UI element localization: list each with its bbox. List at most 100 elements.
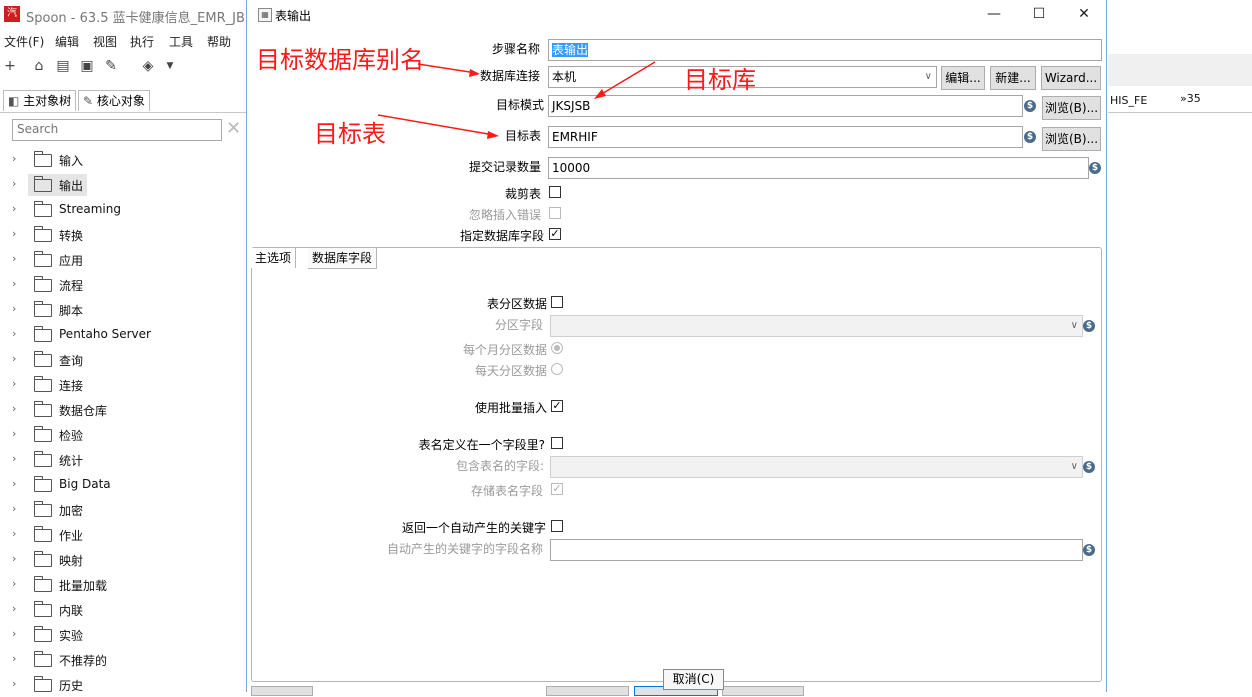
more-tabs-button[interactable]: »35 bbox=[1180, 92, 1201, 105]
tree-item[interactable]: › 输入 bbox=[0, 148, 246, 172]
tab-his-fe[interactable]: HIS_FE bbox=[1110, 94, 1147, 107]
tree-item[interactable]: › Pentaho Server bbox=[0, 323, 246, 347]
chevron-right-icon[interactable]: › bbox=[12, 677, 22, 691]
chevron-down-icon: ∨ bbox=[924, 71, 932, 82]
target-table-input[interactable]: EMRHIF bbox=[548, 126, 1023, 148]
open-folder-icon[interactable]: ⌂ bbox=[31, 58, 47, 74]
chevron-right-icon[interactable]: › bbox=[12, 252, 22, 266]
tree-item[interactable]: › 实验 bbox=[0, 623, 246, 647]
new-connection-button[interactable]: 新建... bbox=[990, 66, 1036, 90]
maximize-button[interactable]: ☐ bbox=[1024, 3, 1054, 25]
tree-item[interactable]: › 连接 bbox=[0, 373, 246, 397]
chevron-right-icon[interactable]: › bbox=[12, 277, 22, 291]
return-key-checkbox[interactable] bbox=[551, 520, 563, 532]
tree-item[interactable]: › 流程 bbox=[0, 273, 246, 297]
tree-item[interactable]: › 转换 bbox=[0, 223, 246, 247]
search-input[interactable] bbox=[13, 120, 221, 138]
minimize-button[interactable]: — bbox=[979, 3, 1009, 25]
chevron-right-icon[interactable]: › bbox=[12, 402, 22, 416]
tab-core-objects[interactable]: ✎ 核心对象 bbox=[78, 90, 150, 111]
batch-insert-checkbox[interactable]: ✓ bbox=[551, 400, 563, 412]
explore-repo-icon[interactable]: ▤ bbox=[55, 58, 71, 74]
close-button[interactable]: ✕ bbox=[1069, 3, 1099, 25]
chevron-right-icon[interactable]: › bbox=[12, 627, 22, 641]
tree-item-label: 数据仓库 bbox=[59, 404, 108, 418]
specify-fields-checkbox[interactable]: ✓ bbox=[549, 228, 561, 240]
chevron-right-icon[interactable]: › bbox=[12, 477, 22, 491]
target-schema-input[interactable]: JKSJSB bbox=[548, 95, 1023, 117]
tree-item[interactable]: › Big Data bbox=[0, 473, 246, 497]
menu-view[interactable]: 视图 bbox=[93, 33, 117, 50]
layers-dropdown-icon[interactable]: ▼ bbox=[162, 58, 178, 74]
layers-icon[interactable]: ◈ bbox=[140, 58, 156, 74]
tree-item[interactable]: › 检验 bbox=[0, 423, 246, 447]
partition-field-select[interactable]: ∨ bbox=[550, 315, 1083, 337]
key-field-input[interactable] bbox=[550, 539, 1083, 561]
tree-item[interactable]: › 加密 bbox=[0, 498, 246, 522]
menu-file[interactable]: 文件(F) bbox=[4, 33, 44, 50]
menu-tools[interactable]: 工具 bbox=[169, 33, 193, 50]
tree-item[interactable]: › 内联 bbox=[0, 598, 246, 622]
tablename-in-field-checkbox[interactable] bbox=[551, 437, 563, 449]
tree-item[interactable]: › 查询 bbox=[0, 348, 246, 372]
clear-search-icon[interactable]: ✕ bbox=[226, 119, 242, 139]
chevron-right-icon[interactable]: › bbox=[12, 152, 22, 166]
menu-run[interactable]: 执行 bbox=[130, 33, 154, 50]
tablename-field-select[interactable]: ∨ bbox=[550, 456, 1083, 478]
partition-data-label: 表分区数据 bbox=[486, 297, 547, 311]
menu-help[interactable]: 帮助 bbox=[207, 33, 231, 50]
ignore-errors-checkbox[interactable] bbox=[549, 207, 561, 219]
chevron-right-icon[interactable]: › bbox=[12, 452, 22, 466]
save-icon[interactable]: ▣ bbox=[79, 58, 95, 74]
tree-item[interactable]: › 映射 bbox=[0, 548, 246, 572]
tab-main-object-tree[interactable]: ◧ 主对象树 bbox=[3, 90, 77, 111]
browse-schema-button[interactable]: 浏览(B)... bbox=[1042, 96, 1101, 120]
ok-button[interactable] bbox=[546, 686, 629, 696]
tab-database-fields[interactable]: 数据库字段 bbox=[308, 248, 378, 269]
partition-data-checkbox[interactable] bbox=[551, 296, 563, 308]
browse-table-button[interactable]: 浏览(B)... bbox=[1042, 127, 1101, 151]
more-button[interactable] bbox=[722, 686, 804, 696]
step-name-input[interactable]: 表输出 bbox=[548, 39, 1102, 61]
tree-item[interactable]: › 历史 bbox=[0, 673, 246, 697]
tab-main-options[interactable]: 主选项 bbox=[251, 248, 297, 268]
folder-icon bbox=[34, 676, 52, 692]
chevron-right-icon[interactable]: › bbox=[12, 177, 22, 191]
chevron-right-icon[interactable]: › bbox=[12, 202, 22, 216]
tree-item[interactable]: › Streaming bbox=[0, 198, 246, 222]
tree-item[interactable]: › 输出 bbox=[0, 173, 246, 197]
new-file-icon[interactable]: + bbox=[2, 58, 18, 74]
folder-icon bbox=[34, 501, 52, 517]
chevron-right-icon[interactable]: › bbox=[12, 227, 22, 241]
chevron-right-icon[interactable]: › bbox=[12, 377, 22, 391]
edit-connection-button[interactable]: 编辑... bbox=[941, 66, 985, 90]
tree-item[interactable]: › 统计 bbox=[0, 448, 246, 472]
chevron-right-icon[interactable]: › bbox=[12, 502, 22, 516]
chevron-right-icon[interactable]: › bbox=[12, 427, 22, 441]
wizard-button[interactable]: Wizard... bbox=[1041, 66, 1101, 90]
tree-item[interactable]: › 脚本 bbox=[0, 298, 246, 322]
tree-item[interactable]: › 批量加载 bbox=[0, 573, 246, 597]
tree-item-label: 统计 bbox=[59, 454, 84, 468]
monthly-partition-radio[interactable] bbox=[551, 342, 563, 354]
chevron-right-icon[interactable]: › bbox=[12, 652, 22, 666]
chevron-right-icon[interactable]: › bbox=[12, 302, 22, 316]
truncate-table-checkbox[interactable] bbox=[549, 186, 561, 198]
tree-item[interactable]: › 应用 bbox=[0, 248, 246, 272]
save-as-icon[interactable]: ✎ bbox=[103, 58, 119, 74]
chevron-right-icon[interactable]: › bbox=[12, 577, 22, 591]
menu-edit[interactable]: 编辑 bbox=[55, 33, 79, 50]
cancel-button[interactable]: 取消(C) bbox=[663, 669, 724, 690]
chevron-right-icon[interactable]: › bbox=[12, 527, 22, 541]
chevron-right-icon[interactable]: › bbox=[12, 327, 22, 341]
chevron-right-icon[interactable]: › bbox=[12, 552, 22, 566]
tree-item[interactable]: › 不推荐的 bbox=[0, 648, 246, 672]
commit-size-input[interactable]: 10000 bbox=[548, 157, 1089, 179]
tree-item[interactable]: › 数据仓库 bbox=[0, 398, 246, 422]
tree-item[interactable]: › 作业 bbox=[0, 523, 246, 547]
chevron-right-icon[interactable]: › bbox=[12, 352, 22, 366]
chevron-right-icon[interactable]: › bbox=[12, 602, 22, 616]
help-button[interactable] bbox=[251, 686, 313, 696]
store-tablename-checkbox[interactable]: ✓ bbox=[551, 483, 563, 495]
daily-partition-radio[interactable] bbox=[551, 363, 563, 375]
